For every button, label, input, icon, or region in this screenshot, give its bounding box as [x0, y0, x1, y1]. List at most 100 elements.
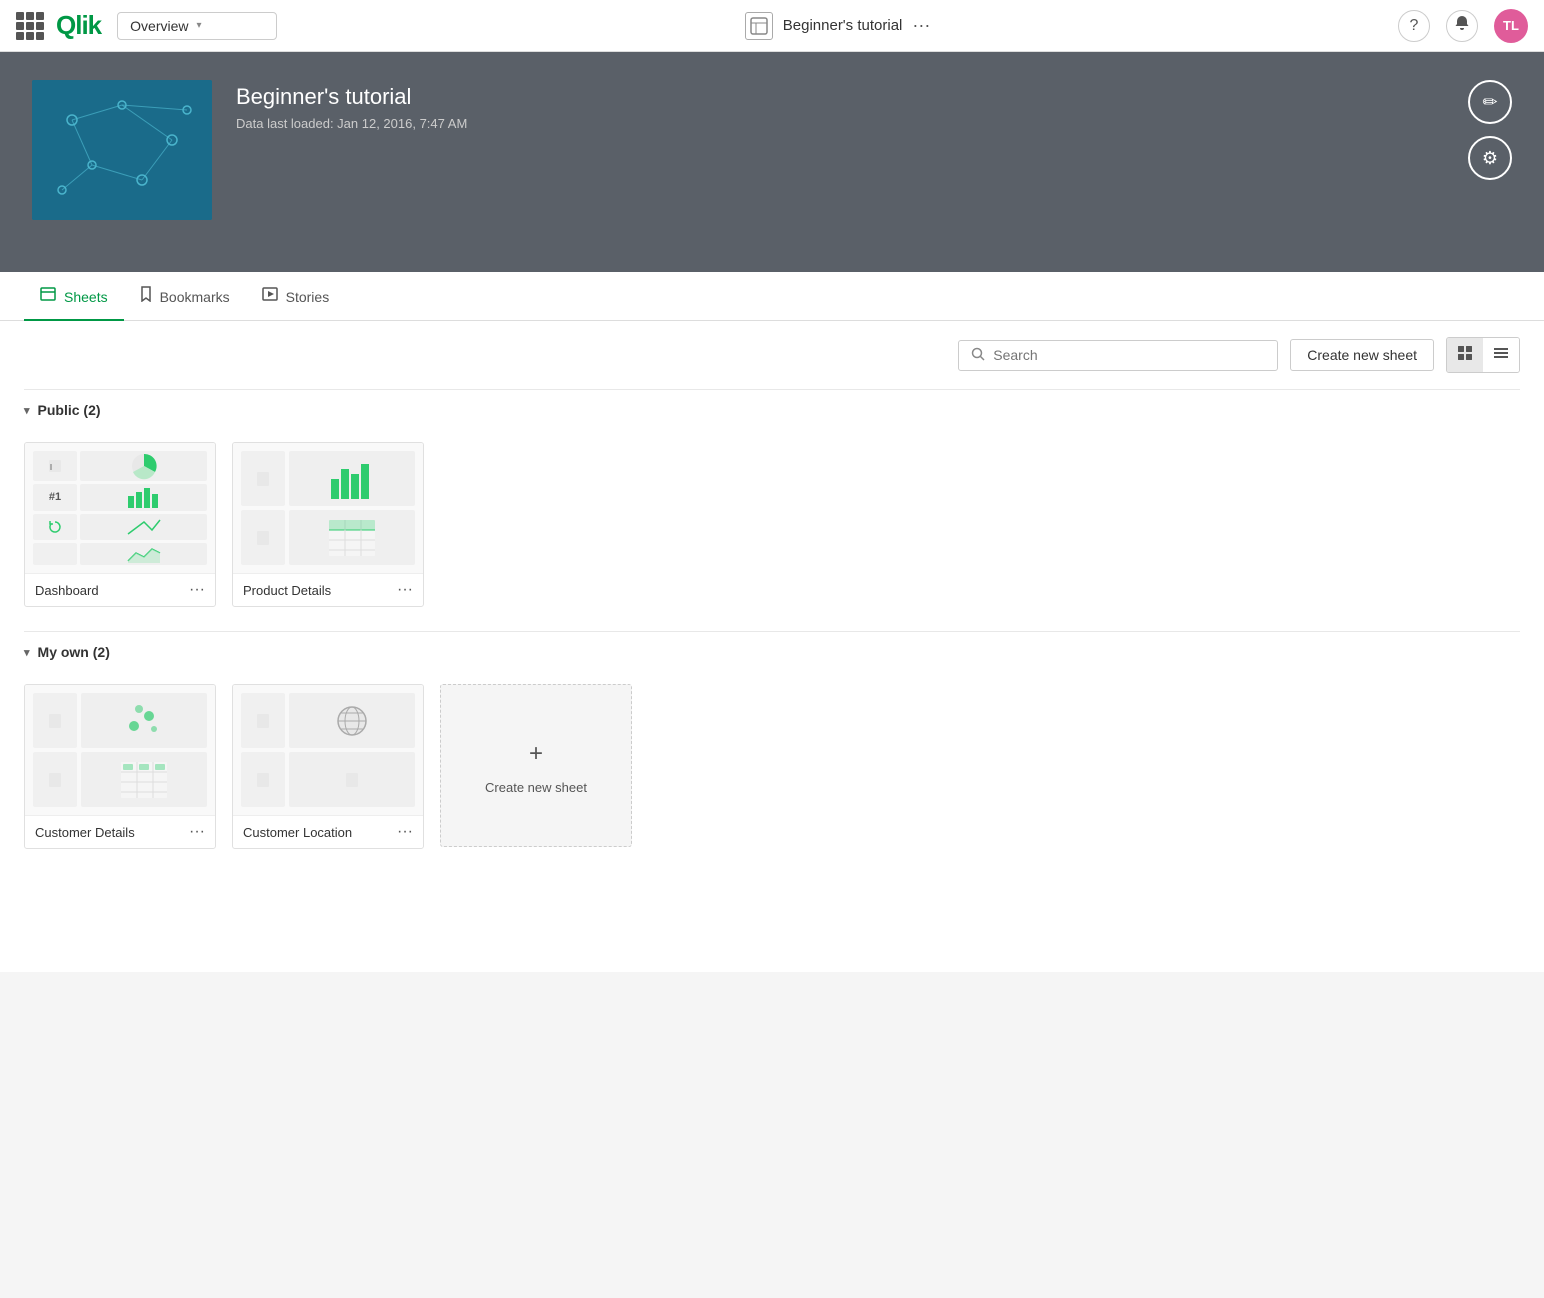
dash-area-left — [33, 543, 77, 565]
edit-button[interactable]: ✏ — [1468, 80, 1512, 124]
customer-location-card-footer: Customer Location ··· — [233, 815, 423, 848]
search-input[interactable] — [993, 347, 1265, 363]
grid-view-button[interactable] — [1447, 338, 1483, 372]
top-navigation: Qlik Overview ▾ Beginner's tutorial ··· … — [0, 0, 1544, 52]
product-preview — [233, 443, 423, 573]
tab-stories[interactable]: Stories — [246, 272, 346, 321]
nav-center: Beginner's tutorial ··· — [277, 12, 1398, 40]
app-thumbnail — [32, 80, 212, 220]
cl-left-1 — [241, 693, 285, 748]
hero-subtitle: Data last loaded: Jan 12, 2016, 7:47 AM — [236, 116, 467, 131]
tabs-bar: Sheets Bookmarks Stories — [0, 272, 1544, 321]
qlik-logo: Qlik — [56, 10, 101, 41]
cl-left-3 — [289, 752, 415, 807]
public-chevron-icon: ▾ — [24, 404, 30, 417]
chevron-down-icon: ▾ — [197, 20, 202, 31]
prod-left-2 — [241, 510, 285, 565]
list-view-icon — [1493, 348, 1509, 365]
customer-details-preview — [25, 685, 215, 815]
prod-table-widget — [289, 510, 415, 565]
app-title: Beginner's tutorial — [783, 17, 903, 34]
dash-line-widget — [80, 514, 207, 541]
my-own-section: ▾ My own (2) — [0, 631, 1544, 873]
dash-pie-widget — [80, 451, 207, 481]
hero-section: Beginner's tutorial Data last loaded: Ja… — [0, 52, 1544, 272]
sheet-card-customer-location[interactable]: Customer Location ··· — [232, 684, 424, 849]
customer-location-card-title: Customer Location — [243, 825, 352, 840]
customer-location-preview — [233, 685, 423, 815]
product-details-card-title: Product Details — [243, 583, 331, 598]
hero-info: Beginner's tutorial Data last loaded: Ja… — [236, 80, 467, 131]
dash-refresh-widget — [33, 514, 77, 541]
sheet-card-customer-details[interactable]: Customer Details ··· — [24, 684, 216, 849]
sheet-card-dashboard[interactable]: #1 — [24, 442, 216, 607]
customer-details-card-title: Customer Details — [35, 825, 135, 840]
plus-icon: + — [518, 736, 554, 772]
public-section: ▾ Public (2) — [0, 389, 1544, 631]
nav-right-actions: ? TL — [1398, 9, 1528, 43]
create-new-sheet-label: Create new sheet — [1307, 347, 1417, 363]
create-new-sheet-card-label: Create new sheet — [485, 780, 587, 795]
hero-actions: ✏ ⚙ — [1468, 80, 1512, 180]
hero-title: Beginner's tutorial — [236, 84, 467, 110]
prod-left-1 — [241, 451, 285, 506]
public-section-label: Public (2) — [38, 402, 101, 418]
cl-globe-widget — [289, 693, 415, 748]
search-container — [958, 340, 1278, 371]
tab-sheets[interactable]: Sheets — [24, 272, 124, 321]
my-own-section-label: My own (2) — [38, 644, 110, 660]
product-details-card-footer: Product Details ··· — [233, 573, 423, 606]
tab-stories-label: Stories — [286, 289, 330, 305]
cd-left-1 — [33, 693, 77, 748]
customer-details-more-button[interactable]: ··· — [189, 824, 205, 840]
stories-icon — [262, 287, 278, 306]
bookmarks-icon — [140, 286, 152, 307]
dashboard-card-footer: Dashboard ··· — [25, 573, 215, 606]
create-new-sheet-card[interactable]: + Create new sheet — [440, 684, 632, 847]
my-own-section-header[interactable]: ▾ My own (2) — [24, 631, 1520, 672]
customer-location-more-button[interactable]: ··· — [397, 824, 413, 840]
dash-bar-widget — [80, 484, 207, 511]
help-button[interactable]: ? — [1398, 10, 1430, 42]
app-icon — [745, 12, 773, 40]
tab-bookmarks[interactable]: Bookmarks — [124, 272, 246, 321]
dashboard-preview: #1 — [25, 443, 215, 573]
public-cards-grid: #1 — [24, 442, 1520, 607]
cd-left-2 — [33, 752, 77, 807]
my-own-chevron-icon: ▾ — [24, 646, 30, 659]
sheets-icon — [40, 287, 56, 306]
search-icon — [971, 347, 985, 364]
edit-icon: ✏ — [1482, 92, 1497, 113]
dash-area-chart — [80, 543, 207, 565]
dropdown-value: Overview — [130, 18, 188, 34]
dash-cell-1 — [33, 451, 77, 481]
cd-table-widget — [81, 752, 207, 807]
create-new-sheet-button[interactable]: Create new sheet — [1290, 339, 1434, 371]
tab-sheets-label: Sheets — [64, 289, 108, 305]
main-content: Sheets Bookmarks Stories — [0, 272, 1544, 972]
cl-left-2 — [241, 752, 285, 807]
toolbar: Create new sheet — [0, 321, 1544, 389]
grid-view-icon — [1457, 348, 1473, 365]
public-section-header[interactable]: ▾ Public (2) — [24, 389, 1520, 430]
prod-bar-widget — [289, 451, 415, 506]
dashboard-card-title: Dashboard — [35, 583, 99, 598]
sheet-card-product-details[interactable]: Product Details ··· — [232, 442, 424, 607]
bell-icon — [1454, 15, 1470, 36]
avatar-initials: TL — [1503, 18, 1519, 33]
dashboard-more-button[interactable]: ··· — [189, 582, 205, 598]
dash-hash-widget: #1 — [33, 484, 77, 511]
app-more-button[interactable]: ··· — [912, 15, 930, 36]
product-details-more-button[interactable]: ··· — [397, 582, 413, 598]
user-avatar[interactable]: TL — [1494, 9, 1528, 43]
cd-scatter-widget — [81, 693, 207, 748]
apps-menu-icon[interactable] — [16, 12, 44, 40]
notifications-button[interactable] — [1446, 10, 1478, 42]
list-view-button[interactable] — [1483, 338, 1519, 372]
view-toggle — [1446, 337, 1520, 373]
overview-dropdown[interactable]: Overview ▾ — [117, 12, 277, 40]
tab-bookmarks-label: Bookmarks — [160, 289, 230, 305]
customer-details-card-footer: Customer Details ··· — [25, 815, 215, 848]
settings-button[interactable]: ⚙ — [1468, 136, 1512, 180]
help-icon: ? — [1410, 17, 1419, 35]
